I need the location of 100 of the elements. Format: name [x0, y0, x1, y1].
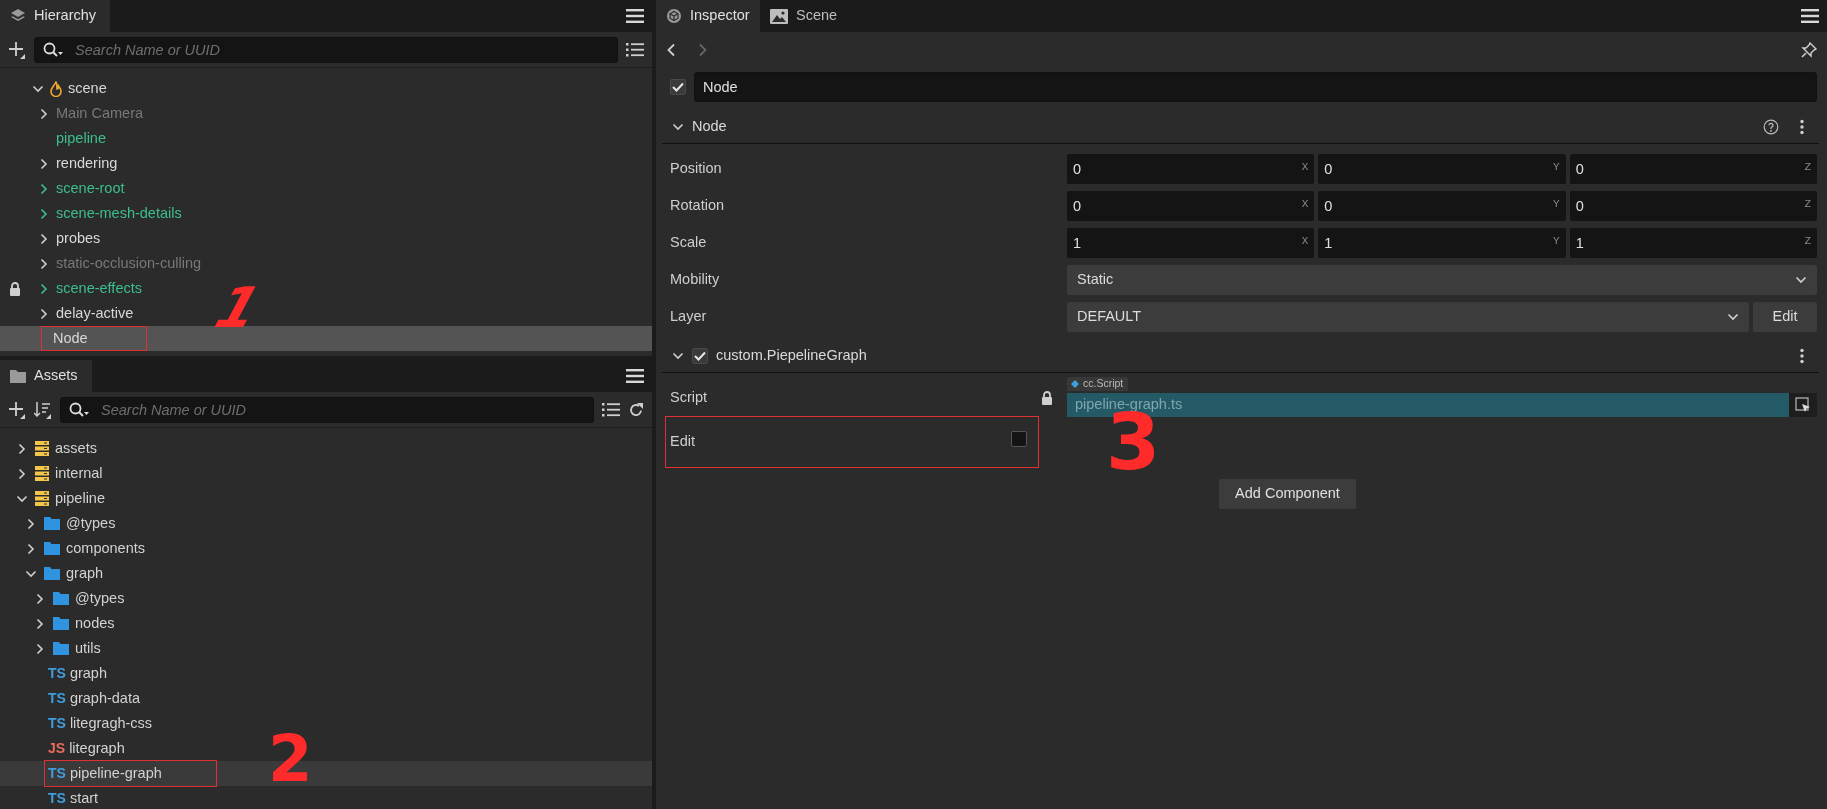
chevron-right-icon[interactable] [39, 282, 49, 295]
chevron-down-icon[interactable] [672, 350, 684, 361]
chevron-down-icon[interactable] [25, 568, 37, 579]
add-icon[interactable] [8, 40, 26, 59]
dropdown[interactable]: DEFAULT [1067, 301, 1749, 332]
panel-tab[interactable]: Hierarchy [0, 0, 111, 32]
chevron-right-icon[interactable] [26, 542, 36, 555]
component-checkbox[interactable] [692, 347, 708, 364]
menu-icon[interactable] [626, 8, 644, 24]
tree-item[interactable]: JS litegraph [32, 736, 129, 761]
tree-item[interactable]: pipeline [0, 126, 110, 151]
caret-icon[interactable] [1727, 311, 1739, 322]
search-field[interactable]: Search Name or UUID [34, 36, 618, 63]
tree-item[interactable]: TS pipeline-graph [32, 761, 216, 786]
chevron-right-icon[interactable] [39, 182, 49, 195]
search-icon[interactable] [69, 401, 89, 418]
property-label: Position [670, 158, 722, 178]
list-icon[interactable] [626, 42, 644, 57]
file-label: litegragh-css [69, 713, 154, 733]
list-icon[interactable] [602, 402, 620, 417]
pin-icon[interactable] [1801, 42, 1817, 58]
cursor-icon[interactable] [1795, 397, 1811, 413]
dropdown[interactable]: Static [1067, 264, 1817, 295]
panel-tab[interactable]: Assets [0, 360, 92, 392]
file-label: @types [75, 588, 126, 608]
chevron-down-icon[interactable] [32, 83, 44, 94]
tree-item[interactable]: delay-active [0, 301, 138, 326]
search-icon[interactable] [43, 41, 63, 58]
chevron-right-icon[interactable] [39, 157, 49, 170]
property-label: Mobility [670, 269, 720, 289]
axis-label: X [1301, 198, 1309, 210]
chevron-right-icon[interactable] [35, 642, 45, 655]
menu-icon[interactable] [626, 368, 644, 384]
tree-item[interactable]: TS graph-data [32, 686, 145, 711]
caret-icon[interactable] [1795, 274, 1807, 285]
tree-item[interactable]: nodes [32, 611, 119, 636]
tree-item[interactable]: scene-root [0, 176, 129, 201]
property-label: Scale [670, 232, 707, 252]
tree-item[interactable]: rendering [0, 151, 122, 176]
file-label: start [69, 788, 100, 808]
property-checkbox[interactable] [1011, 430, 1027, 447]
tree-item[interactable]: scene-mesh-details [0, 201, 186, 226]
tree-item[interactable]: graph [23, 561, 108, 586]
folder-icon [44, 567, 60, 580]
tree-item[interactable]: TS litegragh-css [32, 711, 157, 736]
add-component-button[interactable]: Add Component [1219, 479, 1356, 509]
chevron-down-icon[interactable] [672, 121, 684, 132]
chevron-right-icon[interactable] [39, 107, 49, 120]
file-label: litegraph [69, 738, 126, 758]
tree-item[interactable]: internal [14, 461, 107, 486]
file-label: graph [69, 663, 108, 683]
more-icon[interactable] [1799, 118, 1805, 135]
chevron-right-icon[interactable] [35, 592, 45, 605]
tree-item[interactable]: assets [14, 436, 101, 461]
tree-item[interactable]: @types [23, 511, 120, 536]
chevron-right-icon[interactable] [17, 442, 27, 455]
tree-item[interactable]: components [23, 536, 149, 561]
help-icon[interactable] [1763, 118, 1779, 135]
sort-icon[interactable] [34, 400, 52, 419]
search-field[interactable]: Search Name or UUID [60, 396, 594, 423]
tree-item[interactable]: TS graph [32, 661, 111, 686]
chevron-down-icon[interactable] [16, 493, 28, 504]
chevron-right-icon[interactable] [17, 467, 27, 480]
section-title[interactable]: custom.PiepelineGraph [716, 344, 867, 367]
tree-item[interactable]: scene [0, 76, 111, 101]
property-label: Rotation [670, 195, 724, 215]
chevron-right-icon[interactable] [39, 232, 49, 245]
panel-tab[interactable]: Inspector [656, 0, 760, 32]
file-type-icon: TS [48, 713, 66, 734]
edit-button[interactable]: Edit [1753, 301, 1817, 332]
tree-item[interactable]: probes [0, 226, 105, 251]
folder-icon [44, 542, 60, 555]
file-label: @types [66, 513, 117, 533]
more-icon[interactable] [1799, 347, 1805, 364]
node-label: delay-active [55, 303, 135, 323]
chevron-right-icon[interactable] [35, 617, 45, 630]
file-type-icon: JS [48, 738, 66, 759]
active-checkbox[interactable] [670, 79, 686, 95]
forward-icon[interactable] [698, 43, 708, 57]
chevron-right-icon[interactable] [39, 257, 49, 270]
tree-item[interactable]: scene-effects [0, 276, 146, 301]
menu-icon[interactable] [1801, 8, 1819, 24]
tree-item[interactable]: pipeline [14, 486, 109, 511]
refresh-icon[interactable] [628, 401, 644, 418]
folder-icon [53, 592, 69, 605]
property-label: Edit [670, 432, 695, 452]
chevron-right-icon[interactable] [39, 307, 49, 320]
handwritten-number: 2 [268, 727, 313, 791]
chevron-right-icon[interactable] [39, 207, 49, 220]
tree-item[interactable]: utils [32, 636, 105, 661]
add-icon[interactable] [8, 400, 26, 419]
node-label: scene-effects [55, 278, 143, 298]
tree-item[interactable]: Node [0, 326, 146, 351]
chevron-right-icon[interactable] [26, 517, 36, 530]
section-title[interactable]: Node [692, 115, 727, 138]
tree-item[interactable]: @types [32, 586, 129, 611]
name-field[interactable]: Node [694, 72, 1817, 102]
file-label: pipeline [55, 488, 106, 508]
back-icon[interactable] [666, 43, 676, 57]
tree-item[interactable]: TS start [32, 786, 103, 809]
